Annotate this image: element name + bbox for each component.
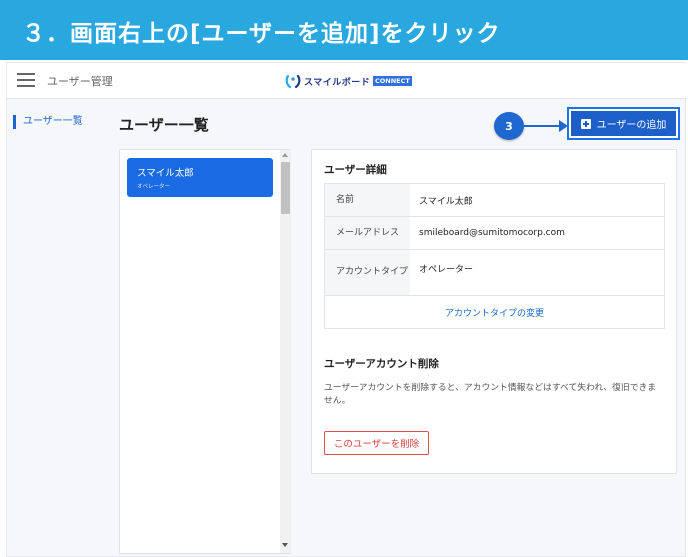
scroll-up-icon[interactable]	[282, 153, 288, 157]
change-account-type-link[interactable]: アカウントタイプの変更	[325, 296, 664, 328]
scroll-thumb[interactable]	[281, 162, 290, 214]
menu-icon[interactable]	[17, 73, 35, 87]
callout-arrow-line	[524, 125, 562, 127]
delete-section-title: ユーザーアカウント削除	[324, 358, 439, 370]
row-label: メールアドレス	[325, 217, 410, 249]
add-button-highlight: ユーザーの追加	[567, 107, 680, 140]
row-value: オペレーター	[419, 265, 474, 275]
active-indicator	[13, 115, 16, 129]
add-user-button-label: ユーザーの追加	[596, 120, 667, 131]
instruction-banner: ３．画面右上の[ユーザーを追加]をクリック	[0, 0, 688, 60]
user-list-panel: スマイル太郎 オペレーター	[119, 149, 291, 554]
list-item-name: スマイル太郎	[137, 168, 194, 179]
list-scrollbar[interactable]	[280, 150, 291, 553]
list-item[interactable]: スマイル太郎 オペレーター	[127, 158, 273, 197]
sidebar-item-label: ユーザー一覧	[23, 116, 83, 127]
row-label: 名前	[325, 184, 410, 216]
row-value: スマイル太郎	[419, 196, 473, 207]
app-title: ユーザー管理	[47, 75, 113, 88]
delete-description: ユーザーアカウントを削除すると、アカウント情報などはすべて失われ、復旧できません…	[324, 383, 657, 406]
banner-text: ３．画面右上の[ユーザーを追加]をクリック	[22, 21, 501, 47]
table-row: 名前 スマイル太郎	[325, 184, 664, 217]
row-label: アカウントタイプ	[325, 250, 410, 295]
logo-badge: CONNECT	[373, 76, 412, 86]
add-user-button[interactable]: ユーザーの追加	[571, 111, 676, 136]
row-value: smileboard@sumitomocorp.com	[419, 228, 565, 238]
user-detail-title: ユーザー詳細	[324, 164, 387, 176]
table-row: アカウントタイプ オペレーター	[325, 250, 664, 296]
table-row: メールアドレス smileboard@sumitomocorp.com	[325, 217, 664, 250]
list-item-role: オペレーター	[137, 184, 171, 190]
app-window: ユーザー管理 スマイルボード CONNECT ユーザー一覧 ユーザー一覧 3 ユ…	[6, 62, 687, 557]
user-detail-panel: ユーザー詳細 名前 スマイル太郎 メールアドレス smileboard@sumi…	[311, 149, 677, 474]
logo-text: スマイルボード	[304, 78, 371, 88]
scroll-down-icon[interactable]	[282, 543, 288, 547]
plus-icon	[580, 118, 591, 129]
user-detail-table: 名前 スマイル太郎 メールアドレス smileboard@sumitomocor…	[324, 183, 665, 329]
smile-logo-icon	[285, 74, 301, 89]
top-bar: ユーザー管理 スマイルボード CONNECT	[7, 63, 687, 99]
page-title: ユーザー一覧	[119, 116, 209, 134]
delete-user-button[interactable]: このユーザーを削除	[324, 431, 429, 455]
step-badge: 3	[494, 112, 524, 140]
